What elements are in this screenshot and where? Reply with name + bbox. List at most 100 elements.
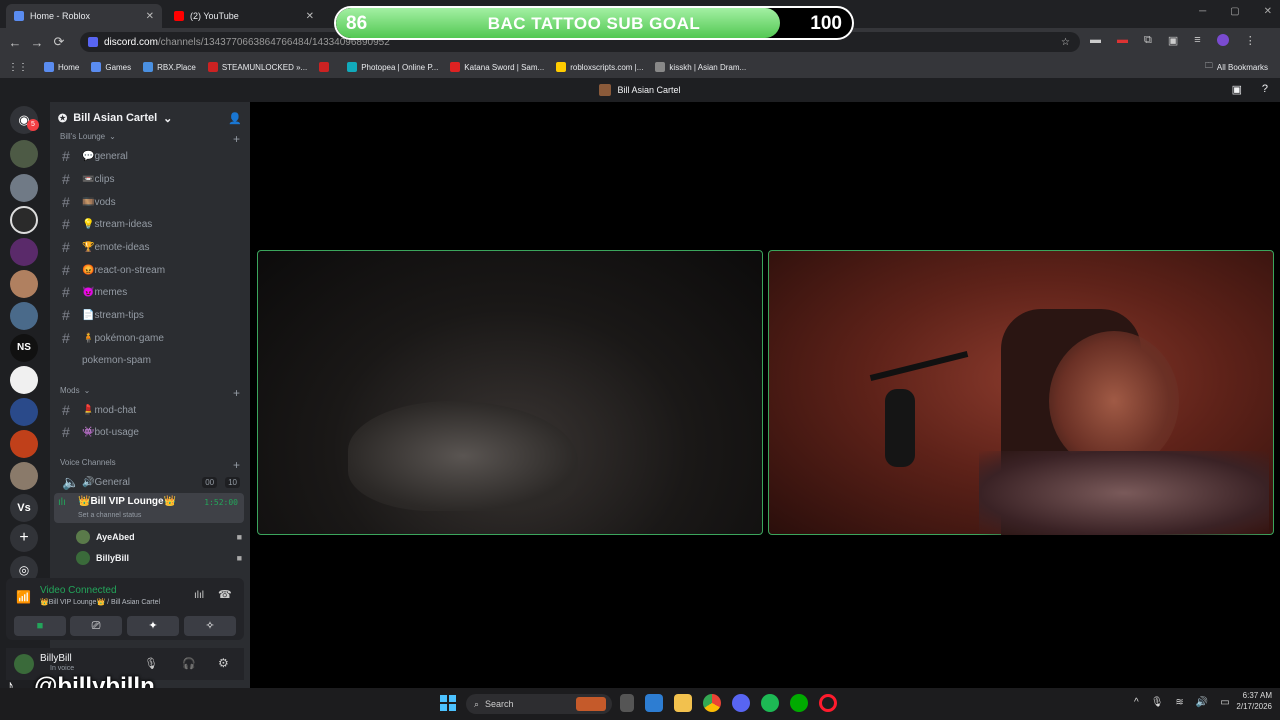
media-icon[interactable]: ≡ bbox=[1194, 34, 1200, 47]
server-icon[interactable] bbox=[10, 398, 38, 426]
bookmark[interactable]: robloxscripts.com |... bbox=[556, 62, 643, 72]
server-icon[interactable] bbox=[10, 238, 38, 266]
server-icon[interactable] bbox=[10, 140, 38, 168]
channel-item[interactable]: # 😡react-on-stream bbox=[58, 260, 244, 280]
user-avatar[interactable] bbox=[14, 654, 34, 674]
server-icon[interactable] bbox=[10, 206, 38, 234]
star-icon[interactable]: ☆ bbox=[1061, 37, 1070, 48]
bookmark[interactable]: Photopea | Online P... bbox=[347, 62, 438, 72]
channel-item[interactable]: #pokemon-spam bbox=[58, 350, 244, 370]
wifi-icon[interactable]: ≋ bbox=[1175, 697, 1183, 708]
file-explorer-icon[interactable] bbox=[674, 694, 692, 712]
channel-item[interactable]: # 📼clips bbox=[58, 169, 244, 189]
server-icon[interactable] bbox=[10, 366, 38, 394]
channel-item[interactable]: # 🎞️vods bbox=[58, 192, 244, 212]
activity-button[interactable]: ✦ bbox=[127, 616, 179, 636]
channel-status[interactable]: Set a channel status bbox=[78, 512, 141, 519]
add-channel-icon[interactable]: + bbox=[233, 132, 240, 146]
channel-item[interactable]: # 💡stream-ideas bbox=[58, 214, 244, 234]
tab-youtube[interactable]: (2) YouTube ✕ bbox=[166, 4, 322, 28]
start-icon[interactable] bbox=[440, 695, 456, 711]
voice-user[interactable]: BillyBill ■ bbox=[76, 548, 242, 568]
category-header[interactable]: Mods ⌄ + bbox=[60, 386, 240, 400]
signal-icon[interactable]: 📶 bbox=[16, 590, 31, 604]
channel-item[interactable]: # 💄mod-chat bbox=[58, 400, 244, 420]
battery-icon[interactable]: ▭ bbox=[1220, 697, 1229, 708]
all-bookmarks[interactable]: 🗀 All Bookmarks bbox=[1205, 60, 1268, 74]
close-icon[interactable]: ✕ bbox=[306, 11, 314, 22]
server-icon[interactable] bbox=[10, 430, 38, 458]
chevron-up-icon[interactable]: ^ bbox=[1134, 697, 1139, 708]
bookmark[interactable]: Home bbox=[44, 62, 79, 72]
site-info-icon[interactable] bbox=[88, 37, 98, 47]
bookmark[interactable]: RBX.Place bbox=[143, 62, 196, 72]
channel-item[interactable]: # 📄stream-tips bbox=[58, 305, 244, 325]
noise-suppression-icon[interactable]: ılıl bbox=[194, 590, 204, 601]
mouse-icon[interactable] bbox=[620, 694, 634, 712]
channel-item[interactable]: # 👾bot-usage bbox=[58, 422, 244, 442]
soundboard-button[interactable]: ✧ bbox=[184, 616, 236, 636]
help-icon[interactable]: ? bbox=[1262, 83, 1268, 95]
camera-button[interactable]: ■ bbox=[14, 616, 66, 636]
extension-icon[interactable]: ▬ bbox=[1090, 34, 1101, 47]
chrome-icon[interactable] bbox=[703, 694, 721, 712]
maximize-icon[interactable]: ▢ bbox=[1230, 6, 1239, 17]
sidepanel-icon[interactable]: ▣ bbox=[1168, 34, 1178, 47]
channel-item[interactable]: # 💬general bbox=[58, 146, 244, 166]
tab-roblox[interactable]: Home - Roblox ✕ bbox=[6, 4, 162, 28]
back-icon[interactable]: ← bbox=[4, 35, 26, 50]
profile-avatar[interactable] bbox=[1216, 34, 1229, 46]
server-header[interactable]: ✪ Bill Asian Cartel ⌄ 👤 bbox=[50, 102, 250, 134]
discord-icon[interactable] bbox=[732, 694, 750, 712]
channel-item[interactable]: # 🧍pokémon-game bbox=[58, 328, 244, 348]
forward-icon[interactable]: → bbox=[26, 35, 48, 50]
volume-icon[interactable]: 🔊 bbox=[1196, 697, 1208, 708]
category-header[interactable]: Voice Channels + bbox=[60, 458, 240, 472]
puzzle-icon[interactable]: ⧉ bbox=[1144, 34, 1152, 47]
widgets-icon[interactable] bbox=[645, 694, 663, 712]
close-window-icon[interactable]: ✕ bbox=[1264, 6, 1272, 17]
video-tile-ayeabed[interactable] bbox=[257, 250, 763, 535]
bookmark[interactable]: kisskh | Asian Dram... bbox=[655, 62, 746, 72]
taskbar-search[interactable]: ⌕ Search bbox=[466, 694, 612, 714]
server-icon[interactable] bbox=[10, 174, 38, 202]
microphone-icon[interactable]: 🎙 bbox=[144, 657, 158, 670]
add-channel-icon[interactable]: + bbox=[233, 458, 240, 472]
voice-user[interactable]: AyeAbed ■ bbox=[76, 527, 242, 547]
server-icon[interactable] bbox=[10, 270, 38, 298]
screenshare-button[interactable]: ⎚ bbox=[70, 616, 122, 636]
spotify-icon[interactable] bbox=[761, 694, 779, 712]
headphones-icon[interactable]: 🎧 bbox=[182, 657, 196, 670]
video-tile-billybill[interactable] bbox=[768, 250, 1274, 535]
reload-icon[interactable]: ⟳ bbox=[48, 34, 70, 50]
server-icon-vs[interactable]: Vs bbox=[10, 494, 38, 522]
minimize-icon[interactable]: ─ bbox=[1199, 6, 1206, 17]
extension-icon[interactable]: ▬ bbox=[1117, 34, 1128, 47]
server-icon[interactable] bbox=[10, 462, 38, 490]
add-channel-icon[interactable]: + bbox=[233, 386, 240, 400]
close-icon[interactable]: ✕ bbox=[146, 11, 154, 22]
server-icon-ns[interactable]: NS bbox=[10, 334, 38, 362]
clock[interactable]: 6:37 AM 2/17/2026 bbox=[1236, 690, 1272, 712]
menu-icon[interactable]: ⋮ bbox=[1245, 34, 1256, 47]
voice-channel-vip-lounge[interactable]: ılı 👑Bill VIP Lounge👑 1:52:00 Set a chan… bbox=[54, 493, 244, 523]
apps-icon[interactable]: ⋮⋮ bbox=[8, 62, 28, 73]
gear-icon[interactable]: ⚙ bbox=[218, 656, 229, 670]
voice-channel-general[interactable]: 🔈 🔊General 00 10 bbox=[58, 472, 244, 492]
inbox-icon[interactable]: ▣ bbox=[1232, 83, 1242, 96]
channel-item[interactable]: # 🏆emote-ideas bbox=[58, 237, 244, 257]
microphone-icon[interactable]: 🎙 bbox=[1151, 697, 1164, 708]
invite-icon[interactable]: 👤 bbox=[228, 112, 242, 125]
server-icon[interactable] bbox=[10, 302, 38, 330]
connection-location[interactable]: 👑Bill VIP Lounge👑 / Bill Asian Cartel bbox=[40, 598, 160, 606]
opera-icon[interactable] bbox=[819, 694, 837, 712]
bookmark[interactable]: Katana Sword | Sam... bbox=[450, 62, 544, 72]
add-server-icon[interactable]: + bbox=[10, 524, 38, 552]
channel-item[interactable]: # 😈memes bbox=[58, 282, 244, 302]
disconnect-icon[interactable]: ☎ bbox=[218, 588, 232, 601]
category-header[interactable]: Bill's Lounge ⌄ + bbox=[60, 132, 240, 146]
bookmark[interactable] bbox=[319, 62, 330, 72]
bookmark[interactable]: Games bbox=[91, 62, 131, 72]
app-icon[interactable] bbox=[790, 694, 808, 712]
bookmark[interactable]: STEAMUNLOCKED »... bbox=[207, 62, 307, 72]
